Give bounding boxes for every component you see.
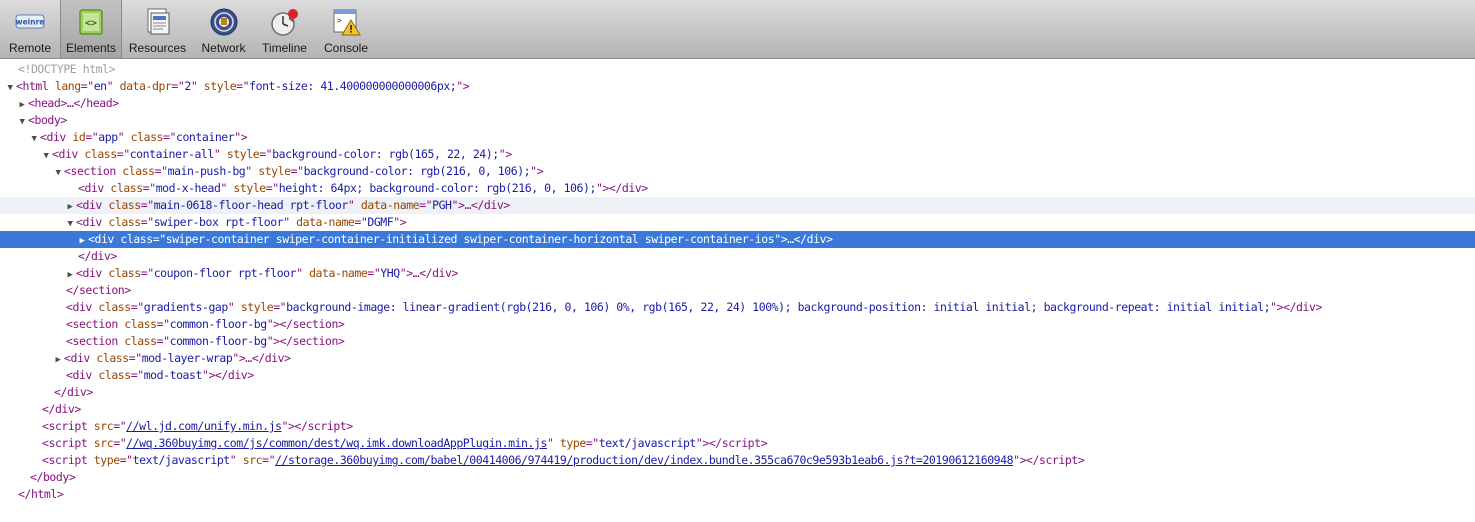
tree-row-close-html[interactable]: </html> (0, 486, 1475, 503)
tree-row-mod-x-head[interactable]: <div class="mod-x-head" style="height: 6… (0, 180, 1475, 197)
tab-network-label: Network (201, 41, 246, 55)
elements-icon: <> (75, 6, 107, 38)
tab-resources[interactable]: Resources (122, 0, 193, 58)
tree-row-app[interactable]: ▼ <div id="app" class="container"> (0, 129, 1475, 146)
tree-row-container-all[interactable]: ▼ <div class="container-all" style="backg… (0, 146, 1475, 163)
tab-elements-label: Elements (65, 41, 117, 55)
tab-remote[interactable]: weinre Remote (0, 0, 60, 58)
tree-row-doctype[interactable]: <!DOCTYPE html> (0, 61, 1475, 78)
tree-row-head[interactable]: ▶ <head>…</head> (0, 95, 1475, 112)
svg-text:<>: <> (85, 18, 97, 29)
tree-row-coupon-floor[interactable]: ▶ <div class="coupon-floor rpt-floor" dat… (0, 265, 1475, 282)
weinre-icon: weinre (14, 6, 46, 38)
tab-console[interactable]: > Console (315, 0, 377, 58)
timeline-icon (269, 6, 301, 38)
doctype-text: <!DOCTYPE html> (18, 62, 116, 76)
tab-network[interactable]: Network (193, 0, 254, 58)
tree-row-script-bundle[interactable]: <script type="text/javascript" src="//st… (0, 452, 1475, 469)
script-src-link[interactable]: //storage.360buyimg.com/babel/00414006/9… (275, 453, 1013, 467)
tab-timeline[interactable]: Timeline (254, 0, 315, 58)
tree-row-html[interactable]: ▼ <html lang="en" data-dpr="2" style="fon… (0, 78, 1475, 95)
tree-row-swiper-box[interactable]: ▼ <div class="swiper-box rpt-floor" data-… (0, 214, 1475, 231)
tree-row-common-floor-bg[interactable]: <section class="common-floor-bg"></secti… (0, 316, 1475, 333)
tree-row-swiper-container-selected[interactable]: ▶ <div class="swiper-container swiper-con… (0, 231, 1475, 248)
tree-row-body[interactable]: ▼ <body> (0, 112, 1475, 129)
svg-text:weinre: weinre (16, 18, 45, 27)
tab-elements[interactable]: <> Elements (60, 0, 122, 58)
dom-tree: <!DOCTYPE html> ▼ <html lang="en" data-dp… (0, 61, 1475, 503)
tree-row-gradients-gap[interactable]: <div class="gradients-gap" style="backgr… (0, 299, 1475, 316)
script-src-link[interactable]: //wl.jd.com/unify.min.js (126, 419, 282, 433)
svg-text:>: > (337, 16, 342, 25)
tree-row-close-div[interactable]: </div> (0, 401, 1475, 418)
tree-row-mod-toast[interactable]: <div class="mod-toast"></div> (0, 367, 1475, 384)
console-icon: > (330, 6, 362, 38)
tree-row-main-push-bg[interactable]: ▼ <section class="main-push-bg" style="ba… (0, 163, 1475, 180)
tab-console-label: Console (323, 41, 369, 55)
tree-row-script-unify[interactable]: <script src="//wl.jd.com/unify.min.js"><… (0, 418, 1475, 435)
tree-row-close-section[interactable]: </section> (0, 282, 1475, 299)
tree-row-close-body[interactable]: </body> (0, 469, 1475, 486)
tab-timeline-label: Timeline (262, 41, 307, 55)
tree-row-mod-layer-wrap[interactable]: ▶ <div class="mod-layer-wrap">…</div> (0, 350, 1475, 367)
tree-row-common-floor-bg[interactable]: <section class="common-floor-bg"></secti… (0, 333, 1475, 350)
tab-resources-label: Resources (128, 41, 187, 55)
resources-icon (142, 6, 174, 38)
script-src-link[interactable]: //wq.360buyimg.com/js/common/dest/wq.imk… (126, 436, 547, 450)
tab-remote-label: Remote (8, 41, 52, 55)
network-icon (208, 6, 240, 38)
tree-row-close-div[interactable]: </div> (0, 384, 1475, 401)
toolbar: weinre Remote <> Elements Resources Netw… (0, 0, 1475, 59)
tree-row-close-div[interactable]: </div> (0, 248, 1475, 265)
tree-row-script-plugin[interactable]: <script src="//wq.360buyimg.com/js/commo… (0, 435, 1475, 452)
tree-row-floor-head[interactable]: ▶ <div class="main-0618-floor-head rpt-fl… (0, 197, 1475, 214)
